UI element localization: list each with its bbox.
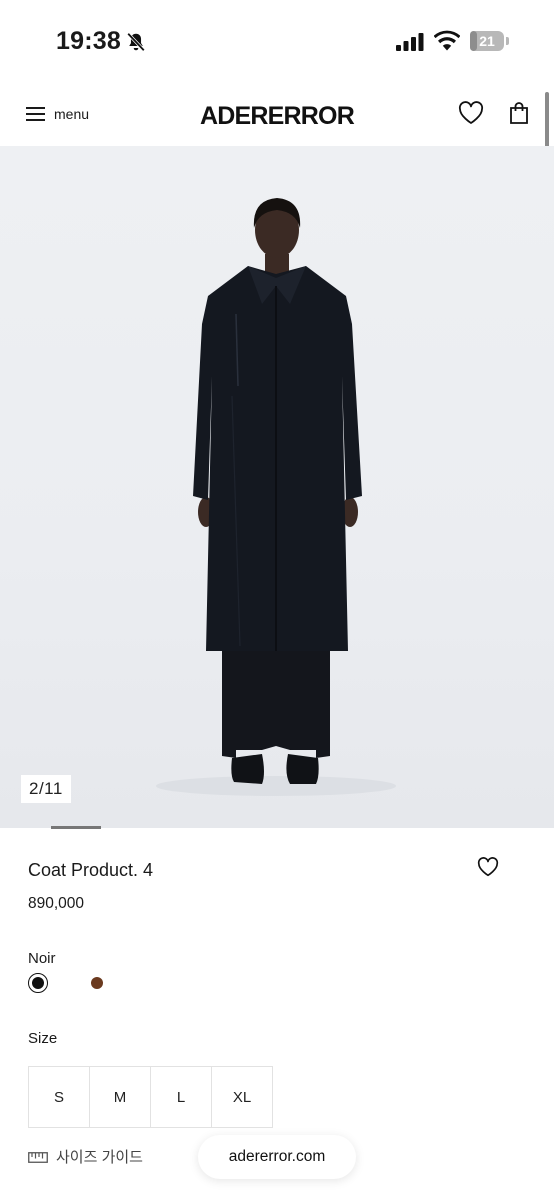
- product-image[interactable]: 2/11: [0, 146, 554, 828]
- model-photo: [156, 198, 396, 796]
- size-button-m[interactable]: M: [89, 1066, 151, 1128]
- swatch-dot: [32, 977, 44, 989]
- size-guide-link[interactable]: 사이즈 가이드: [28, 1146, 143, 1167]
- site-header: menu ADERERROR: [0, 84, 554, 146]
- size-label: Size: [28, 1030, 58, 1047]
- shopping-bag-icon[interactable]: [509, 101, 529, 125]
- browser-url-bar[interactable]: adererror.com: [198, 1135, 356, 1179]
- color-swatch-noir[interactable]: [28, 973, 48, 993]
- wifi-icon: [434, 30, 460, 51]
- ruler-icon: [28, 1151, 48, 1163]
- bell-slash-icon: [127, 32, 145, 52]
- product-price: 890,000: [28, 895, 85, 912]
- size-button-s[interactable]: S: [28, 1066, 90, 1128]
- size-button-l[interactable]: L: [150, 1066, 212, 1128]
- size-button-xl[interactable]: XL: [211, 1066, 273, 1128]
- battery-icon: 21: [470, 31, 504, 51]
- carousel-indicator[interactable]: [51, 826, 101, 829]
- battery-percent: 21: [479, 33, 495, 49]
- status-bar: 19:38 21: [0, 0, 554, 84]
- status-time: 19:38: [56, 27, 121, 55]
- battery-nub: [506, 37, 509, 45]
- cellular-signal-icon: [396, 33, 424, 51]
- heart-icon[interactable]: [458, 101, 484, 125]
- color-label: Noir: [28, 950, 56, 967]
- wishlist-heart-icon[interactable]: [477, 857, 499, 877]
- size-selector: S M L XL: [28, 1066, 273, 1128]
- image-counter: 2/11: [21, 775, 71, 803]
- size-guide-label: 사이즈 가이드: [56, 1149, 143, 1166]
- product-name: Coat Product. 4: [28, 860, 154, 880]
- color-swatch-brown[interactable]: [91, 977, 103, 989]
